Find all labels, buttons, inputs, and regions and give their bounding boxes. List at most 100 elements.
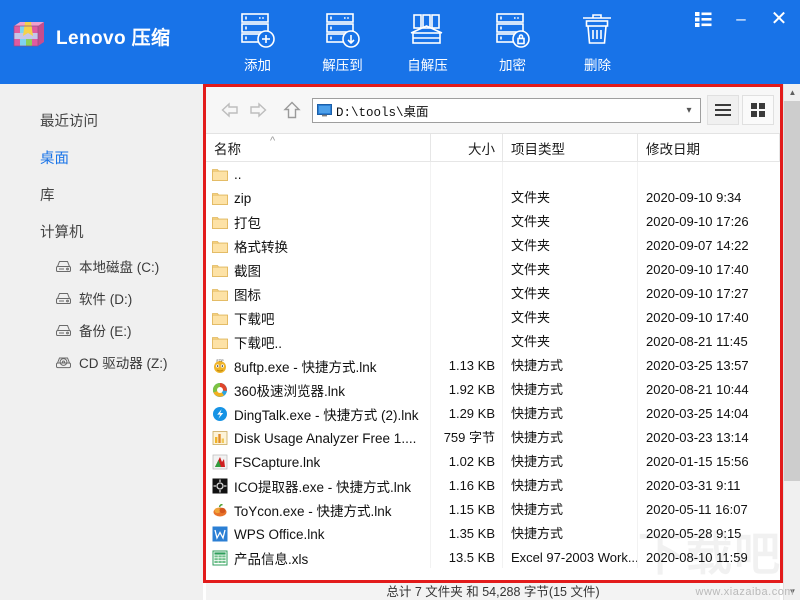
- sidebar-item-recent[interactable]: 最近访问: [40, 102, 203, 139]
- toolbar: 添加 解压到: [215, 8, 640, 74]
- close-button[interactable]: ✕: [768, 8, 790, 30]
- file-row[interactable]: zip文件夹2020-09-10 9:34: [206, 186, 780, 210]
- rar-archive-icon: [12, 20, 46, 52]
- scrollbar-thumb[interactable]: [784, 101, 800, 481]
- file-date-cell: 2020-08-21 11:45: [638, 330, 780, 354]
- file-row[interactable]: 下载吧 文件夹2020-09-10 17:40: [206, 306, 780, 330]
- file-name-cell[interactable]: 格式转换: [206, 234, 431, 258]
- app-scrollbar[interactable]: ▲ ▼: [783, 84, 800, 600]
- sidebar-item-drive-z[interactable]: CD 驱动器 (Z:): [55, 346, 203, 378]
- sidebar-drives: 本地磁盘 (C:) 软件 (D:): [0, 250, 203, 378]
- file-type-cell: 文件夹: [503, 306, 638, 330]
- file-row[interactable]: 产品信息.xls13.5 KBExcel 97-2003 Work...2020…: [206, 546, 780, 568]
- sidebar-item-drive-c[interactable]: 本地磁盘 (C:): [55, 250, 203, 282]
- file-date-cell: 2020-09-10 17:26: [638, 210, 780, 234]
- wps-office-icon: [212, 526, 228, 542]
- forward-button[interactable]: [244, 96, 272, 124]
- column-header-name-label: 名称: [214, 138, 241, 158]
- trash-icon: [578, 11, 618, 51]
- file-row[interactable]: 格式转换文件夹2020-09-07 14:22: [206, 234, 780, 258]
- app-title: Lenovo 压缩: [56, 23, 170, 50]
- file-name-cell[interactable]: ..: [206, 162, 431, 186]
- window-controls: – ✕: [692, 8, 790, 30]
- file-row[interactable]: ICO提取器.exe - 快捷方式.lnk1.16 KB快捷方式2020-03-…: [206, 474, 780, 498]
- file-name-cell[interactable]: 图标: [206, 282, 431, 306]
- column-header-name[interactable]: 名称 ^: [206, 134, 431, 162]
- file-type-cell: 快捷方式: [503, 498, 638, 522]
- column-header-size[interactable]: 大小: [431, 134, 503, 162]
- self-extract-icon: [408, 11, 448, 51]
- file-row[interactable]: 截图文件夹2020-09-10 17:40: [206, 258, 780, 282]
- toolbar-button-add[interactable]: 添加: [215, 8, 300, 74]
- arrow-left-icon: [221, 102, 239, 118]
- file-date-cell: 2020-09-10 17:40: [638, 306, 780, 330]
- scroll-down-arrow[interactable]: ▼: [784, 583, 800, 600]
- file-date-cell: 2020-03-25 14:04: [638, 402, 780, 426]
- file-row[interactable]: 下载吧..文件夹2020-08-21 11:45: [206, 330, 780, 354]
- file-name-cell[interactable]: WPS Office.lnk: [206, 522, 431, 546]
- file-name-cell[interactable]: 截图: [206, 258, 431, 282]
- file-row[interactable]: FSCapture.lnk1.02 KB快捷方式2020-01-15 15:56: [206, 450, 780, 474]
- disk-chart-icon: [212, 430, 228, 446]
- address-input[interactable]: D:\tools\桌面: [336, 101, 682, 120]
- scroll-up-arrow[interactable]: ▲: [784, 84, 800, 101]
- file-name-cell[interactable]: zip: [206, 186, 431, 210]
- up-button[interactable]: [278, 96, 306, 124]
- file-name-label: 格式转换: [234, 236, 288, 256]
- view-list-button[interactable]: [707, 95, 739, 125]
- file-date-cell: 2020-01-15 15:56: [638, 450, 780, 474]
- file-name-cell[interactable]: 打包: [206, 210, 431, 234]
- file-type-cell: Excel 97-2003 Work...: [503, 546, 638, 568]
- sidebar-item-drive-e[interactable]: 备份 (E:): [55, 314, 203, 346]
- file-name-cell[interactable]: DingTalk.exe - 快捷方式 (2).lnk: [206, 402, 431, 426]
- toolbar-button-encrypt[interactable]: 加密: [470, 8, 555, 74]
- file-row[interactable]: DingTalk.exe - 快捷方式 (2).lnk1.29 KB快捷方式20…: [206, 402, 780, 426]
- file-row[interactable]: FTP8uftp.exe - 快捷方式.lnk1.13 KB快捷方式2020-0…: [206, 354, 780, 378]
- brand-name-cn: 压缩: [132, 28, 171, 49]
- toolbar-label-delete: 删除: [584, 54, 611, 74]
- file-type-cell: 文件夹: [503, 234, 638, 258]
- archive-add-icon: [238, 11, 278, 51]
- file-list[interactable]: .. zip文件夹2020-09-10 9:34 打包文件夹2020-09-10…: [206, 162, 780, 568]
- file-name-cell[interactable]: FSCapture.lnk: [206, 450, 431, 474]
- sidebar-item-computer[interactable]: 计算机: [40, 213, 203, 250]
- file-type-cell: 快捷方式: [503, 378, 638, 402]
- sidebar-item-drive-d[interactable]: 软件 (D:): [55, 282, 203, 314]
- file-name-cell[interactable]: FTP8uftp.exe - 快捷方式.lnk: [206, 354, 431, 378]
- file-row[interactable]: ..: [206, 162, 780, 186]
- address-bar[interactable]: D:\tools\桌面 ▾: [312, 98, 701, 123]
- file-name-cell[interactable]: ToYcon.exe - 快捷方式.lnk: [206, 498, 431, 522]
- file-row[interactable]: 360极速浏览器.lnk1.92 KB快捷方式2020-08-21 10:44: [206, 378, 780, 402]
- toolbar-button-delete[interactable]: 删除: [555, 8, 640, 74]
- file-name-label: zip: [234, 191, 251, 206]
- file-name-cell[interactable]: 下载吧: [206, 306, 431, 330]
- chevron-down-icon[interactable]: ▾: [682, 105, 696, 116]
- file-size-cell: [431, 306, 503, 330]
- file-name-cell[interactable]: Disk Usage Analyzer Free 1....: [206, 426, 431, 450]
- file-name-label: 图标: [234, 284, 261, 304]
- file-name-cell[interactable]: ICO提取器.exe - 快捷方式.lnk: [206, 474, 431, 498]
- folder-icon: [212, 190, 228, 206]
- file-name-cell[interactable]: 下载吧..: [206, 330, 431, 354]
- view-grid-button[interactable]: [742, 95, 774, 125]
- file-size-cell: 13.5 KB: [431, 546, 503, 568]
- file-name-label: ..: [234, 167, 242, 182]
- column-header-type[interactable]: 项目类型: [503, 134, 638, 162]
- file-row[interactable]: 打包文件夹2020-09-10 17:26: [206, 210, 780, 234]
- hard-drive-icon: [55, 323, 72, 338]
- column-header-date[interactable]: 修改日期: [638, 134, 780, 162]
- minimize-button[interactable]: –: [730, 8, 752, 30]
- toolbar-button-self-extract[interactable]: 自解压: [385, 8, 470, 74]
- toolbar-button-extract[interactable]: 解压到: [300, 8, 385, 74]
- file-row[interactable]: 图标文件夹2020-09-10 17:27: [206, 282, 780, 306]
- file-row[interactable]: ToYcon.exe - 快捷方式.lnk1.15 KB快捷方式2020-05-…: [206, 498, 780, 522]
- back-button[interactable]: [216, 96, 244, 124]
- file-name-cell[interactable]: 产品信息.xls: [206, 546, 431, 568]
- file-row[interactable]: Disk Usage Analyzer Free 1....759 字节快捷方式…: [206, 426, 780, 450]
- file-row[interactable]: WPS Office.lnk1.35 KB快捷方式2020-05-28 9:15: [206, 522, 780, 546]
- sidebar-item-desktop[interactable]: 桌面: [40, 139, 203, 176]
- status-bar: 总计 7 文件夹 和 54,288 字节(15 文件): [206, 580, 780, 600]
- sidebar-item-library[interactable]: 库: [40, 176, 203, 213]
- menu-list-icon[interactable]: [692, 8, 714, 30]
- file-name-cell[interactable]: 360极速浏览器.lnk: [206, 378, 431, 402]
